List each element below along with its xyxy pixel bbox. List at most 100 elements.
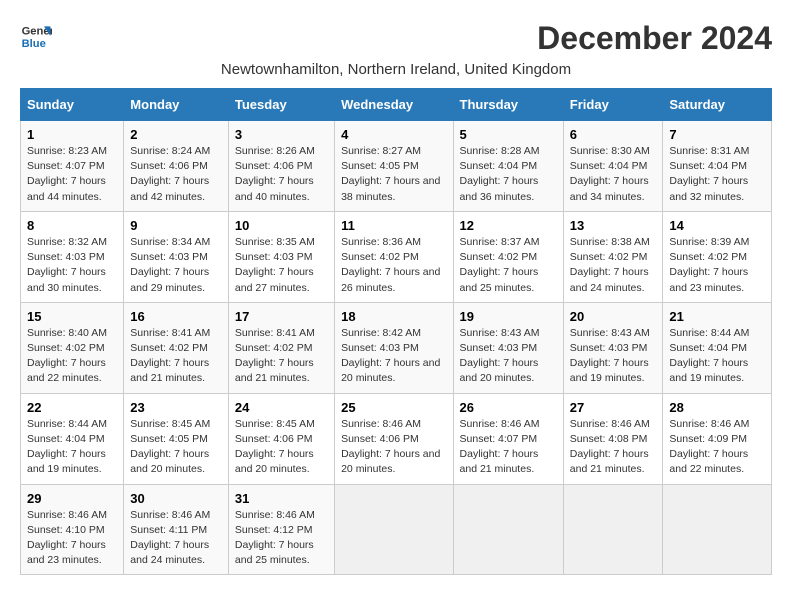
day-info: Sunrise: 8:46 AMSunset: 4:07 PMDaylight:…: [460, 417, 557, 478]
daylight-text: Daylight: 7 hours and 29 minutes.: [130, 266, 209, 293]
day-info: Sunrise: 8:43 AMSunset: 4:03 PMDaylight:…: [460, 326, 557, 387]
daylight-text: Daylight: 7 hours and 21 minutes.: [460, 448, 539, 475]
sunrise-text: Sunrise: 8:44 AM: [669, 327, 749, 339]
day-number: 20: [570, 309, 657, 324]
sunrise-text: Sunrise: 8:46 AM: [669, 418, 749, 430]
calendar-cell: 13Sunrise: 8:38 AMSunset: 4:02 PMDayligh…: [563, 211, 663, 302]
day-info: Sunrise: 8:24 AMSunset: 4:06 PMDaylight:…: [130, 144, 222, 205]
sunrise-text: Sunrise: 8:45 AM: [130, 418, 210, 430]
calendar-cell: 19Sunrise: 8:43 AMSunset: 4:03 PMDayligh…: [453, 302, 563, 393]
page-title: December 2024: [537, 20, 772, 57]
calendar-week-2: 8Sunrise: 8:32 AMSunset: 4:03 PMDaylight…: [21, 211, 772, 302]
sunset-text: Sunset: 4:03 PM: [235, 251, 313, 263]
col-friday: Friday: [563, 89, 663, 121]
sunset-text: Sunset: 4:08 PM: [570, 433, 648, 445]
sunset-text: Sunset: 4:03 PM: [570, 342, 648, 354]
calendar-cell: [663, 484, 772, 575]
day-info: Sunrise: 8:46 AMSunset: 4:10 PMDaylight:…: [27, 508, 117, 569]
day-info: Sunrise: 8:34 AMSunset: 4:03 PMDaylight:…: [130, 235, 222, 296]
col-saturday: Saturday: [663, 89, 772, 121]
sunset-text: Sunset: 4:02 PM: [130, 342, 208, 354]
subtitle: Newtownhamilton, Northern Ireland, Unite…: [20, 61, 772, 78]
day-number: 11: [341, 218, 446, 233]
calendar-cell: 17Sunrise: 8:41 AMSunset: 4:02 PMDayligh…: [228, 302, 334, 393]
day-number: 15: [27, 309, 117, 324]
sunset-text: Sunset: 4:07 PM: [460, 433, 538, 445]
calendar-week-1: 1Sunrise: 8:23 AMSunset: 4:07 PMDaylight…: [21, 121, 772, 212]
day-info: Sunrise: 8:38 AMSunset: 4:02 PMDaylight:…: [570, 235, 657, 296]
calendar-cell: 22Sunrise: 8:44 AMSunset: 4:04 PMDayligh…: [21, 393, 124, 484]
calendar-cell: 2Sunrise: 8:24 AMSunset: 4:06 PMDaylight…: [124, 121, 229, 212]
daylight-text: Daylight: 7 hours and 21 minutes.: [235, 357, 314, 384]
day-number: 6: [570, 127, 657, 142]
day-info: Sunrise: 8:46 AMSunset: 4:12 PMDaylight:…: [235, 508, 328, 569]
daylight-text: Daylight: 7 hours and 20 minutes.: [130, 448, 209, 475]
sunset-text: Sunset: 4:10 PM: [27, 524, 105, 536]
daylight-text: Daylight: 7 hours and 36 minutes.: [460, 175, 539, 202]
sunrise-text: Sunrise: 8:26 AM: [235, 145, 315, 157]
sunrise-text: Sunrise: 8:35 AM: [235, 236, 315, 248]
header-row: Sunday Monday Tuesday Wednesday Thursday…: [21, 89, 772, 121]
sunset-text: Sunset: 4:04 PM: [460, 160, 538, 172]
sunset-text: Sunset: 4:06 PM: [235, 433, 313, 445]
calendar-cell: 26 Sunrise: 8:46 AMSunset: 4:07 PMDayligh…: [453, 393, 563, 484]
day-info: Sunrise: 8:31 AMSunset: 4:04 PMDaylight:…: [669, 144, 765, 205]
sunrise-text: Sunrise: 8:30 AM: [570, 145, 650, 157]
sunrise-text: Sunrise: 8:23 AM: [27, 145, 107, 157]
day-number: 1: [27, 127, 117, 142]
day-info: Sunrise: 8:42 AMSunset: 4:03 PMDaylight:…: [341, 326, 446, 387]
calendar-cell: 24Sunrise: 8:45 AMSunset: 4:06 PMDayligh…: [228, 393, 334, 484]
calendar-week-4: 22Sunrise: 8:44 AMSunset: 4:04 PMDayligh…: [21, 393, 772, 484]
page-container: General Blue December 2024 Newtownhamilt…: [20, 20, 772, 575]
daylight-text: Daylight: 7 hours and 34 minutes.: [570, 175, 649, 202]
calendar-cell: 21Sunrise: 8:44 AMSunset: 4:04 PMDayligh…: [663, 302, 772, 393]
sunrise-text: Sunrise: 8:31 AM: [669, 145, 749, 157]
day-number: 31: [235, 491, 328, 506]
calendar-cell: 10Sunrise: 8:35 AMSunset: 4:03 PMDayligh…: [228, 211, 334, 302]
day-number: 16: [130, 309, 222, 324]
day-info: Sunrise: 8:46 AMSunset: 4:06 PMDaylight:…: [341, 417, 446, 478]
calendar-cell: 16Sunrise: 8:41 AMSunset: 4:02 PMDayligh…: [124, 302, 229, 393]
day-number: 30: [130, 491, 222, 506]
sunrise-text: Sunrise: 8:41 AM: [130, 327, 210, 339]
sunrise-text: Sunrise: 8:46 AM: [570, 418, 650, 430]
calendar-body: 1 Sunrise: 8:23 AM Sunset: 4:07 PM Daylight…: [21, 121, 772, 575]
day-number: 10: [235, 218, 328, 233]
sunset-text: Sunset: 4:06 PM: [341, 433, 419, 445]
day-info: Sunrise: 8:36 AMSunset: 4:02 PMDaylight:…: [341, 235, 446, 296]
day-number: 21: [669, 309, 765, 324]
day-info: Sunrise: 8:28 AMSunset: 4:04 PMDaylight:…: [460, 144, 557, 205]
daylight-text: Daylight: 7 hours and 32 minutes.: [669, 175, 748, 202]
sunset-text: Sunset: 4:02 PM: [27, 342, 105, 354]
day-number: 26: [460, 400, 557, 415]
header: General Blue December 2024: [20, 20, 772, 57]
col-tuesday: Tuesday: [228, 89, 334, 121]
sunrise-text: Sunrise: 8:42 AM: [341, 327, 421, 339]
calendar-cell: 9Sunrise: 8:34 AMSunset: 4:03 PMDaylight…: [124, 211, 229, 302]
sunrise-text: Sunrise: 8:44 AM: [27, 418, 107, 430]
day-info: Sunrise: 8:46 AMSunset: 4:09 PMDaylight:…: [669, 417, 765, 478]
calendar-cell: 18Sunrise: 8:42 AMSunset: 4:03 PMDayligh…: [335, 302, 453, 393]
calendar-cell: 7Sunrise: 8:31 AMSunset: 4:04 PMDaylight…: [663, 121, 772, 212]
day-number: 14: [669, 218, 765, 233]
sunrise-text: Sunrise: 8:46 AM: [235, 509, 315, 521]
sunset-text: Sunset: 4:03 PM: [27, 251, 105, 263]
svg-text:Blue: Blue: [22, 38, 46, 50]
day-number: 24: [235, 400, 328, 415]
sunrise-text: Sunrise: 8:34 AM: [130, 236, 210, 248]
daylight-text: Daylight: 7 hours and 26 minutes.: [341, 266, 440, 293]
calendar-cell: 12Sunrise: 8:37 AMSunset: 4:02 PMDayligh…: [453, 211, 563, 302]
sunset-text: Sunset: 4:02 PM: [570, 251, 648, 263]
sunset-text: Sunset: 4:05 PM: [341, 160, 419, 172]
daylight-text: Daylight: 7 hours and 22 minutes.: [27, 357, 106, 384]
calendar-cell: 29Sunrise: 8:46 AMSunset: 4:10 PMDayligh…: [21, 484, 124, 575]
daylight-text: Daylight: 7 hours and 30 minutes.: [27, 266, 106, 293]
day-info: Sunrise: 8:45 AMSunset: 4:05 PMDaylight:…: [130, 417, 222, 478]
daylight-text: Daylight: 7 hours and 23 minutes.: [669, 266, 748, 293]
col-sunday: Sunday: [21, 89, 124, 121]
daylight-text: Daylight: 7 hours and 20 minutes.: [235, 448, 314, 475]
day-info: Sunrise: 8:26 AMSunset: 4:06 PMDaylight:…: [235, 144, 328, 205]
calendar-cell: 25Sunrise: 8:46 AMSunset: 4:06 PMDayligh…: [335, 393, 453, 484]
day-info: Sunrise: 8:41 AMSunset: 4:02 PMDaylight:…: [235, 326, 328, 387]
sunset-text: Sunset: 4:02 PM: [341, 251, 419, 263]
